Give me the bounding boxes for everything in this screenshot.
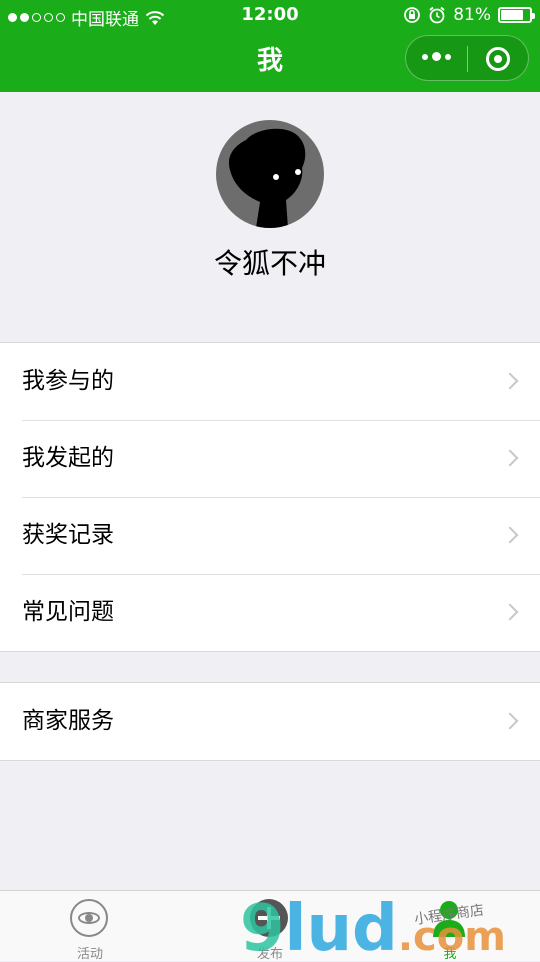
mini-program-capsule xyxy=(405,35,529,81)
menu-item-faq[interactable]: 常见问题 xyxy=(0,574,540,651)
battery-icon xyxy=(498,7,535,23)
menu-item-label: 我参与的 xyxy=(22,368,114,394)
menu-item-label: 我发起的 xyxy=(22,445,114,471)
tab-label: 活动 xyxy=(76,947,103,962)
tab-activities[interactable]: 活动 xyxy=(0,891,180,962)
menu-item-label: 商家服务 xyxy=(22,708,114,734)
menu-group-main: 我参与的 我发起的 获奖记录 常见问题 xyxy=(0,342,540,652)
battery-percent: 81% xyxy=(453,5,491,25)
capsule-divider xyxy=(467,46,468,72)
tab-bar: 活动 发布 我 xyxy=(0,890,540,962)
eye-icon xyxy=(70,899,108,937)
menu-group-merchant: 商家服务 xyxy=(0,682,540,761)
menu-item-merchant-services[interactable]: 商家服务 xyxy=(0,683,540,760)
chevron-right-icon xyxy=(501,603,519,621)
chevron-right-icon xyxy=(501,449,519,467)
menu-item-label: 常见问题 xyxy=(22,599,114,625)
menu-item-participated[interactable]: 我参与的 xyxy=(0,343,540,420)
rotation-lock-icon xyxy=(404,7,421,23)
username: 令狐不冲 xyxy=(213,247,326,280)
header-bar: 中国联通 12:00 81% 我 xyxy=(0,0,540,92)
person-icon xyxy=(433,901,465,937)
profile-section: 令狐不冲 xyxy=(0,92,540,342)
chevron-right-icon xyxy=(501,526,519,544)
chevron-right-icon xyxy=(501,372,519,390)
battery-fill xyxy=(501,10,523,20)
status-bar: 中国联通 12:00 81% xyxy=(0,0,540,30)
tab-me[interactable]: 我 xyxy=(360,891,540,962)
menu-item-awards[interactable]: 获奖记录 xyxy=(0,497,540,574)
close-program-icon[interactable] xyxy=(486,47,510,71)
chevron-right-icon xyxy=(501,712,519,730)
avatar-silhouette-icon xyxy=(228,128,306,228)
menu-item-label: 获奖记录 xyxy=(22,522,114,548)
tab-label: 我 xyxy=(443,947,457,962)
status-right: 81% xyxy=(403,5,535,25)
menu-item-initiated[interactable]: 我发起的 xyxy=(0,420,540,497)
tab-label: 发布 xyxy=(256,947,283,962)
tab-publish[interactable]: 发布 xyxy=(180,891,360,962)
avatar[interactable] xyxy=(216,120,324,228)
more-menu-icon[interactable] xyxy=(422,52,451,61)
plus-circle-icon xyxy=(250,899,288,937)
alarm-icon xyxy=(429,6,445,24)
